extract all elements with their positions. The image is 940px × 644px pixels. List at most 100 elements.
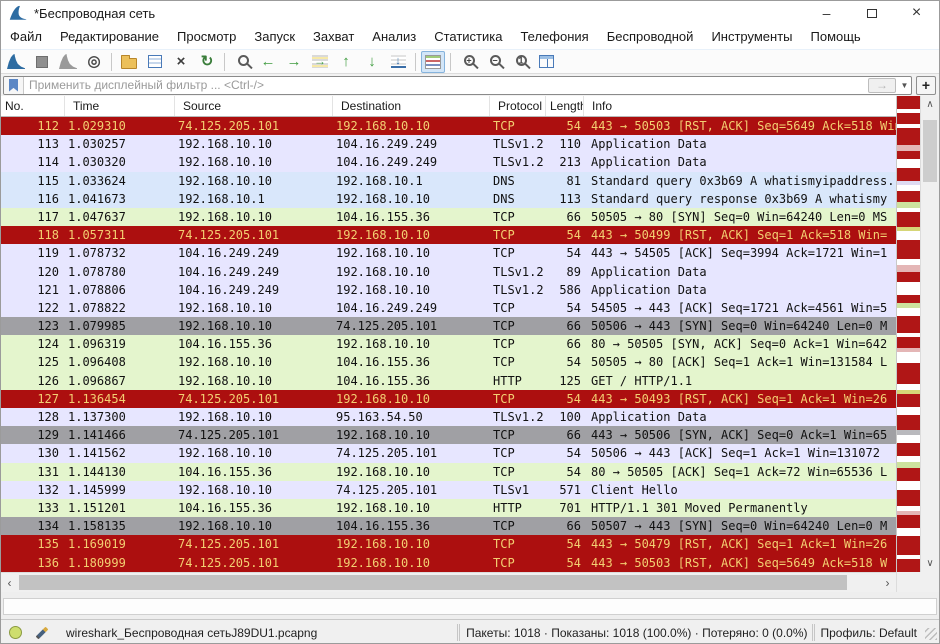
packet-row-124[interactable]: 1241.096319104.16.155.36192.168.10.10TCP…	[1, 335, 896, 353]
cell-src: 74.125.205.101	[175, 226, 333, 244]
packet-row-125[interactable]: 1251.096408192.168.10.10104.16.155.36TCP…	[1, 353, 896, 371]
scroll-right-button[interactable]: ›	[879, 573, 896, 592]
packet-row-117[interactable]: 1171.047637192.168.10.10104.16.155.36TCP…	[1, 208, 896, 226]
menu-item-capture[interactable]: Захват	[304, 25, 363, 49]
packet-row-116[interactable]: 1161.041673192.168.10.1192.168.10.10DNS1…	[1, 190, 896, 208]
column-header-time[interactable]: Time	[65, 96, 175, 116]
go-forward-button[interactable]: →	[282, 51, 306, 73]
menu-item-file[interactable]: Файл	[1, 25, 51, 49]
scroll-down-button[interactable]: ∨	[921, 555, 939, 572]
menu-item-analyze[interactable]: Анализ	[363, 25, 425, 49]
vertical-scrollbar[interactable]: ∧ ∨	[920, 96, 939, 572]
menu-item-help[interactable]: Помощь	[802, 25, 870, 49]
packet-row-122[interactable]: 1221.078822192.168.10.10104.16.249.249TC…	[1, 299, 896, 317]
intelligent-scrollbar[interactable]	[896, 96, 920, 572]
horizontal-scrollbar[interactable]: ‹ ›	[1, 572, 896, 592]
packet-row-120[interactable]: 1201.078780104.16.249.249192.168.10.10TL…	[1, 263, 896, 281]
menu-item-edit[interactable]: Редактирование	[51, 25, 168, 49]
packet-row-128[interactable]: 1281.137300192.168.10.1095.163.54.50TLSv…	[1, 408, 896, 426]
filter-bar: → ▼ +	[1, 73, 939, 96]
close-button[interactable]: ×	[894, 1, 939, 25]
display-filter-input[interactable]	[24, 77, 868, 94]
menu-item-telephony[interactable]: Телефония	[511, 25, 597, 49]
auto-scroll-button[interactable]: ↓	[386, 51, 410, 73]
packet-row-114[interactable]: 1141.030320192.168.10.10104.16.249.249TL…	[1, 153, 896, 171]
horizontal-scroll-thumb[interactable]	[19, 575, 847, 590]
close-file-button[interactable]: ×	[169, 51, 193, 73]
column-header-length[interactable]: Length	[546, 96, 584, 116]
find-packet-button[interactable]	[230, 51, 254, 73]
scroll-left-button[interactable]: ‹	[1, 573, 18, 592]
packet-row-119[interactable]: 1191.078732104.16.249.249192.168.10.10TC…	[1, 244, 896, 262]
add-filter-button[interactable]: +	[916, 76, 936, 95]
packet-row-126[interactable]: 1261.096867192.168.10.10104.16.155.36HTT…	[1, 372, 896, 390]
resize-columns-button[interactable]	[534, 51, 558, 73]
expert-info-icon[interactable]	[9, 626, 22, 639]
cell-time: 1.078732	[65, 244, 175, 262]
minimize-button[interactable]: –	[804, 1, 849, 25]
go-to-packet-button[interactable]: →	[308, 51, 332, 73]
packet-list-area: No. Time Source Destination Protocol Len…	[1, 96, 939, 592]
cell-info: HTTP/1.1 301 Moved Permanently	[584, 499, 896, 517]
bookmark-icon	[9, 79, 18, 92]
menu-item-wireless[interactable]: Беспроводной	[598, 25, 703, 49]
zoom-out-button[interactable]: −	[482, 51, 506, 73]
scroll-up-button[interactable]: ∧	[921, 96, 939, 113]
column-header-protocol[interactable]: Protocol	[490, 96, 546, 116]
packet-row-130[interactable]: 1301.141562192.168.10.1074.125.205.101TC…	[1, 444, 896, 462]
packet-row-112[interactable]: 1121.02931074.125.205.101192.168.10.10TC…	[1, 117, 896, 135]
cell-len: 81	[546, 172, 584, 190]
zoom-in-button[interactable]: +	[456, 51, 480, 73]
cell-src: 192.168.10.10	[175, 481, 333, 499]
cell-time: 1.078822	[65, 299, 175, 317]
go-top-button[interactable]: ↑	[334, 51, 358, 73]
packet-row-132[interactable]: 1321.145999192.168.10.1074.125.205.101TL…	[1, 481, 896, 499]
maximize-button[interactable]	[849, 1, 894, 25]
packet-row-123[interactable]: 1231.079985192.168.10.1074.125.205.101TC…	[1, 317, 896, 335]
cell-src: 192.168.10.10	[175, 517, 333, 535]
capture-options-button[interactable]: ◎	[82, 51, 106, 73]
packet-row-134[interactable]: 1341.158135192.168.10.10104.16.155.36TCP…	[1, 517, 896, 535]
wireshark-logo-icon	[9, 5, 27, 21]
packet-row-133[interactable]: 1331.151201104.16.155.36192.168.10.10HTT…	[1, 499, 896, 517]
packet-row-136[interactable]: 1361.18099974.125.205.101192.168.10.10TC…	[1, 554, 896, 572]
go-back-button[interactable]: ←	[256, 51, 280, 73]
cell-no: 124	[1, 335, 65, 353]
column-header-destination[interactable]: Destination	[333, 96, 490, 116]
menu-item-statistics[interactable]: Статистика	[425, 25, 511, 49]
packet-row-135[interactable]: 1351.16901974.125.205.101192.168.10.10TC…	[1, 535, 896, 553]
save-file-button[interactable]	[143, 51, 167, 73]
filter-bookmark-button[interactable]	[4, 77, 24, 94]
restart-capture-button[interactable]	[56, 51, 80, 73]
reload-file-button[interactable]: ↻	[195, 51, 219, 73]
column-header-no[interactable]: No.	[1, 96, 65, 116]
stop-capture-icon	[36, 56, 48, 68]
start-capture-button[interactable]	[4, 51, 28, 73]
packet-row-118[interactable]: 1181.05731174.125.205.101192.168.10.10TC…	[1, 226, 896, 244]
profile-label[interactable]: Профиль: Default	[821, 626, 918, 640]
column-header-info[interactable]: Info	[584, 96, 896, 116]
capture-comment-button[interactable]	[32, 625, 52, 641]
menu-item-view[interactable]: Просмотр	[168, 25, 245, 49]
cell-no: 134	[1, 517, 65, 535]
go-bottom-button[interactable]: ↓	[360, 51, 384, 73]
packet-row-131[interactable]: 1311.144130104.16.155.36192.168.10.10TCP…	[1, 463, 896, 481]
menu-item-tools[interactable]: Инструменты	[702, 25, 801, 49]
packet-row-115[interactable]: 1151.033624192.168.10.10192.168.10.1DNS8…	[1, 172, 896, 190]
menu-item-go[interactable]: Запуск	[245, 25, 304, 49]
apply-filter-button[interactable]: →	[868, 78, 896, 93]
cell-no: 115	[1, 172, 65, 190]
packet-row-127[interactable]: 1271.13645474.125.205.101192.168.10.10TC…	[1, 390, 896, 408]
filter-dropdown-caret[interactable]: ▼	[898, 81, 911, 90]
stop-capture-button[interactable]	[30, 51, 54, 73]
packet-row-113[interactable]: 1131.030257192.168.10.10104.16.249.249TL…	[1, 135, 896, 153]
zoom-original-button[interactable]: 1	[508, 51, 532, 73]
packet-row-129[interactable]: 1291.14146674.125.205.101192.168.10.10TC…	[1, 426, 896, 444]
colorize-button[interactable]	[421, 51, 445, 73]
open-file-button[interactable]	[117, 51, 141, 73]
vertical-scroll-thumb[interactable]	[923, 120, 937, 182]
column-header-source[interactable]: Source	[175, 96, 333, 116]
resize-grip[interactable]	[925, 628, 937, 640]
cell-no: 127	[1, 390, 65, 408]
packet-row-121[interactable]: 1211.078806104.16.249.249192.168.10.10TL…	[1, 281, 896, 299]
